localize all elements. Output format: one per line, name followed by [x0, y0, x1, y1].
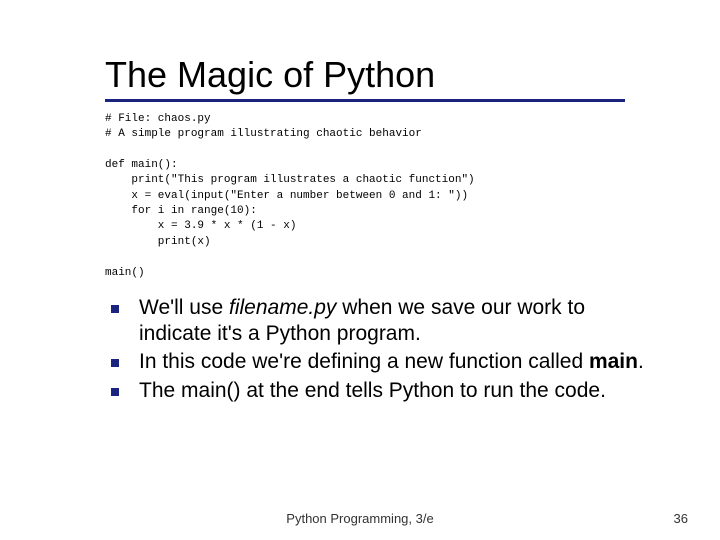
page-number: 36: [674, 511, 688, 526]
text: In this code we're defining a new functi…: [139, 350, 589, 373]
list-item: In this code we're defining a new functi…: [105, 349, 660, 375]
slide: The Magic of Python # File: chaos.py # A…: [0, 0, 720, 540]
code-block: # File: chaos.py # A simple program illu…: [105, 112, 660, 281]
footer-text: Python Programming, 3/e: [0, 511, 720, 526]
bullet-list: We'll use filename.py when we save our w…: [105, 295, 660, 404]
list-item: We'll use filename.py when we save our w…: [105, 295, 660, 348]
text: .: [638, 350, 644, 373]
slide-title: The Magic of Python: [105, 55, 660, 95]
filename-emphasis: filename.py: [229, 296, 336, 319]
title-underline: [105, 99, 625, 102]
text: The main() at the end tells Python to ru…: [139, 379, 606, 402]
list-item: The main() at the end tells Python to ru…: [105, 378, 660, 404]
text: We'll use: [139, 296, 229, 319]
function-name: main: [589, 350, 638, 373]
